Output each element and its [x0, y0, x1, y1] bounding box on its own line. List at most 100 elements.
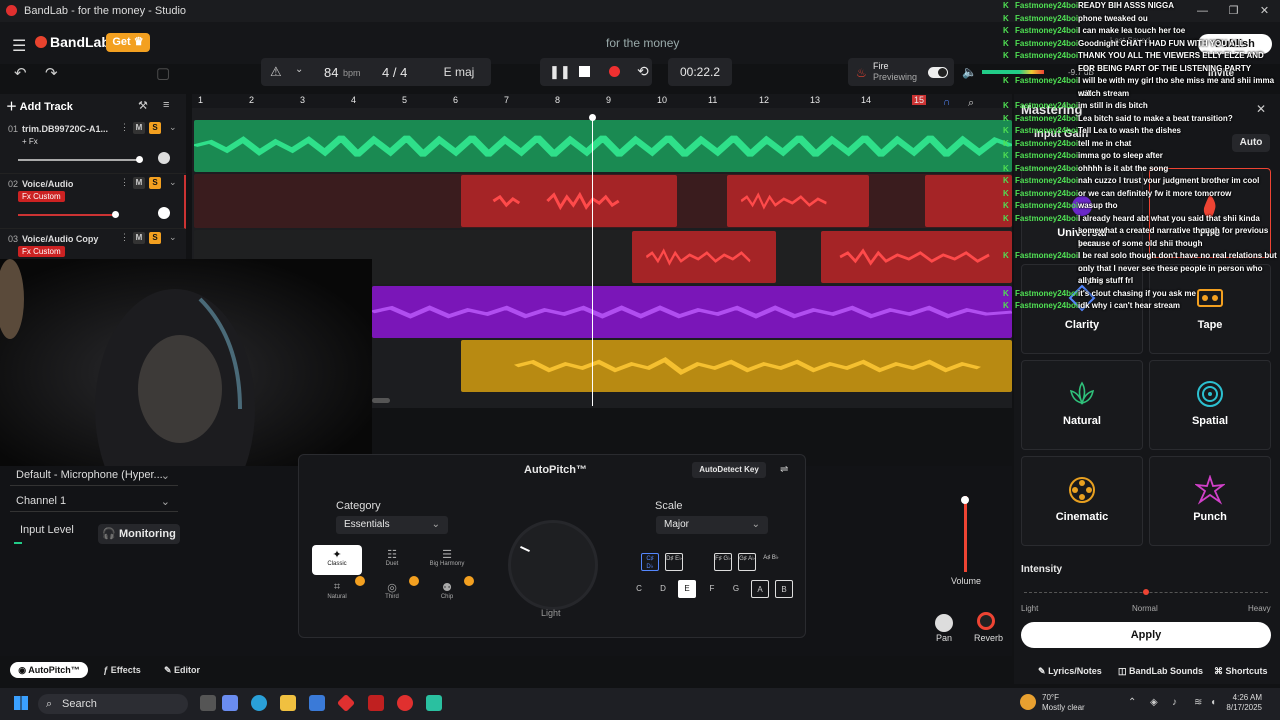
- timeline-ruler[interactable]: [192, 94, 1012, 108]
- solo-button[interactable]: S: [149, 177, 161, 189]
- key-c-sharp[interactable]: C♯ D♭: [641, 553, 659, 571]
- volume-slider[interactable]: [18, 214, 116, 216]
- sliders-icon[interactable]: ≡: [163, 99, 169, 111]
- bandlab-sounds-link[interactable]: ◫ BandLab Sounds: [1118, 666, 1203, 677]
- more-icon[interactable]: ⋮: [120, 122, 129, 133]
- playhead-handle[interactable]: [589, 114, 596, 121]
- chevron-down-icon[interactable]: ⌄: [295, 64, 303, 75]
- edge-icon[interactable]: [251, 695, 267, 711]
- key-e[interactable]: E: [678, 580, 696, 598]
- speaker-icon[interactable]: 🔈: [962, 65, 977, 79]
- audio-region[interactable]: [461, 340, 1012, 392]
- audio-region[interactable]: [194, 120, 1012, 172]
- solo-button[interactable]: S: [149, 232, 161, 244]
- wand-icon[interactable]: ⚒: [138, 99, 148, 112]
- add-track-button[interactable]: ＋ Add Track: [6, 98, 73, 114]
- chevron-down-icon[interactable]: ⌄: [169, 177, 177, 188]
- track-row[interactable]: 01 trim.DB99720C-A1... + Fx M S ⋮ ⌄: [0, 120, 186, 174]
- tab-autopitch[interactable]: ◉ AutoPitch™: [10, 662, 88, 678]
- reverb-knob[interactable]: [977, 612, 995, 630]
- key-d[interactable]: D: [654, 580, 672, 598]
- autodetect-key-button[interactable]: AutoDetect Key: [692, 462, 766, 478]
- key-c[interactable]: C: [630, 580, 648, 598]
- weather-widget[interactable]: 70°F Mostly clear: [1042, 693, 1085, 713]
- get-membership-button[interactable]: Get ♛: [106, 33, 150, 52]
- track-volume-fader[interactable]: [964, 496, 967, 572]
- key-g[interactable]: G: [727, 580, 745, 598]
- layout-icon[interactable]: ▢: [156, 64, 170, 82]
- volume-icon[interactable]: ◖: [1210, 697, 1216, 708]
- input-device-select[interactable]: Default - Microphone (Hyper... ⌄: [10, 466, 178, 486]
- category-select[interactable]: Essentials ⌄: [336, 516, 448, 534]
- key-f-sharp[interactable]: F♯ G♭: [714, 553, 732, 571]
- correction-dial[interactable]: [508, 520, 598, 610]
- file-explorer-icon[interactable]: [280, 695, 296, 711]
- track-row[interactable]: 02 Voice/Audio Fx Custom M S ⋮ ⌄: [0, 175, 186, 229]
- copilot-icon[interactable]: [222, 695, 238, 711]
- mcafee-icon[interactable]: [368, 695, 384, 711]
- key-b[interactable]: B: [775, 580, 793, 598]
- fx-button[interactable]: + Fx: [18, 136, 42, 147]
- style-big-harmony[interactable]: ☰ Big Harmony: [422, 545, 472, 575]
- magnet-icon[interactable]: ∩: [943, 97, 950, 108]
- bpm-value[interactable]: 84: [324, 65, 338, 80]
- apply-button[interactable]: Apply: [1021, 622, 1271, 648]
- audio-region[interactable]: [461, 175, 677, 227]
- tab-editor[interactable]: ✎ Editor: [160, 662, 204, 678]
- solo-button[interactable]: S: [149, 122, 161, 134]
- chevron-up-icon[interactable]: ⌃: [1128, 697, 1136, 708]
- record-icon[interactable]: [609, 66, 620, 77]
- mic-icon[interactable]: ♪: [1172, 697, 1177, 708]
- fx-button[interactable]: Fx Custom: [18, 191, 65, 202]
- task-view-icon[interactable]: [200, 695, 216, 711]
- volume-slider[interactable]: [18, 159, 140, 161]
- monitoring-button[interactable]: 🎧 Monitoring: [98, 524, 180, 544]
- track-name[interactable]: Voice/Audio: [22, 179, 73, 189]
- audio-region[interactable]: [925, 175, 1012, 227]
- menu-icon[interactable]: ☰: [12, 36, 26, 56]
- undo-icon[interactable]: ↶: [14, 64, 27, 82]
- scale-select[interactable]: Major ⌄: [656, 516, 768, 534]
- pause-icon[interactable]: ❚❚: [549, 64, 571, 80]
- chevron-down-icon[interactable]: ⌄: [169, 232, 177, 243]
- track-volume-thumb[interactable]: [961, 496, 969, 504]
- audio-region[interactable]: [727, 175, 869, 227]
- key-a[interactable]: A: [751, 580, 769, 598]
- key-d-sharp[interactable]: D♯ E♭: [665, 553, 683, 571]
- pan-knob[interactable]: [158, 207, 170, 219]
- key-a-sharp[interactable]: A♯ B♭: [762, 553, 780, 571]
- store-icon[interactable]: [309, 695, 325, 711]
- intensity-thumb[interactable]: [1143, 589, 1149, 595]
- volume-slider-thumb[interactable]: [112, 211, 119, 218]
- style-duet[interactable]: ☷ Duet: [367, 545, 417, 575]
- wifi-icon[interactable]: ≋: [1194, 697, 1202, 708]
- track-name[interactable]: Voice/Audio Copy: [22, 234, 98, 244]
- taskbar-clock[interactable]: 4:26 AM 8/17/2025: [1226, 693, 1262, 713]
- preset-spatial[interactable]: Spatial: [1149, 360, 1271, 450]
- more-icon[interactable]: ⋮: [120, 232, 129, 243]
- pan-knob[interactable]: [935, 614, 953, 632]
- preset-natural[interactable]: Natural: [1021, 360, 1143, 450]
- project-name[interactable]: for the money: [606, 36, 679, 50]
- loop-icon[interactable]: ⟲: [637, 63, 649, 80]
- taskbar-search[interactable]: ⌕ Search: [38, 694, 188, 714]
- tab-effects[interactable]: ƒ Effects: [98, 662, 146, 678]
- audio-region[interactable]: [821, 231, 1012, 283]
- brand-name[interactable]: BandLab: [50, 34, 110, 50]
- settings-sliders-icon[interactable]: ⇌: [780, 464, 788, 475]
- pan-knob[interactable]: [158, 152, 170, 164]
- metronome-icon[interactable]: ⚠: [270, 64, 282, 80]
- windows-start-icon[interactable]: [14, 696, 28, 710]
- volume-slider-thumb[interactable]: [136, 156, 143, 163]
- preset-punch[interactable]: Punch: [1149, 456, 1271, 546]
- key-g-sharp[interactable]: G♯ A♭: [738, 553, 756, 571]
- preview-toggle[interactable]: [928, 67, 948, 78]
- more-icon[interactable]: ⋮: [120, 177, 129, 188]
- track-name[interactable]: trim.DB99720C-A1...: [22, 124, 108, 134]
- lyrics-notes-link[interactable]: ✎ Lyrics/Notes: [1038, 666, 1102, 677]
- mute-button[interactable]: M: [133, 177, 145, 189]
- shortcuts-link[interactable]: ⌘ Shortcuts: [1214, 666, 1268, 677]
- stop-icon[interactable]: [579, 66, 590, 77]
- preset-cinematic[interactable]: Cinematic: [1021, 456, 1143, 546]
- key-f[interactable]: F: [703, 580, 721, 598]
